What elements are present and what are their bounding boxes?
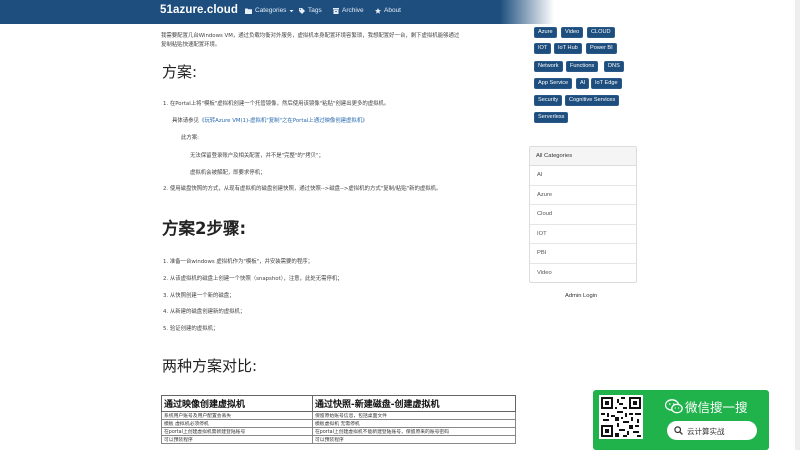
navbar-fade-overlay: [500, 0, 800, 24]
tag-ai[interactable]: AI: [576, 78, 590, 89]
table-cell: 可以预装程序: [161, 435, 313, 444]
nav-archive-label: Archive: [342, 7, 364, 14]
nav-tags-label: Tags: [308, 7, 322, 14]
categories-panel: All Categories AI Azure Cloud IOT PBI Vi…: [529, 146, 637, 283]
tag-iot-hub[interactable]: IoT Hub: [554, 43, 582, 54]
tag-iot-edge[interactable]: IoT Edge: [591, 78, 622, 89]
scrollbar-track[interactable]: [795, 0, 800, 450]
tag-iot[interactable]: IOT: [534, 43, 552, 54]
tag-network[interactable]: Network: [534, 61, 563, 72]
archive-icon: [333, 7, 339, 14]
step-3: 3. 从快照创建一个新的磁盘；: [163, 293, 235, 299]
table-row: 可以预装程序 可以预装程序: [161, 435, 516, 444]
tag-azure[interactable]: Azure: [534, 27, 557, 38]
category-video[interactable]: Video: [530, 264, 636, 284]
tag-icon: [299, 7, 305, 14]
step-2: 2. 从该虚拟机的磁盘上创建一个快照（snapshot），注意，此处无需停机；: [163, 276, 343, 282]
tag-dns[interactable]: DNS: [604, 61, 624, 72]
category-cloud[interactable]: Cloud: [530, 205, 636, 225]
tag-power-bi[interactable]: Power BI: [586, 43, 617, 54]
table-row: 在portal上创建虚拟机需新建登陆账号 在portal上创建虚拟机不能新建登陆…: [161, 427, 516, 436]
table-header-row: 通过映像创建虚拟机 通过快照-新建磁盘-创建虚拟机: [161, 395, 516, 412]
comparison-table: 通过映像创建虚拟机 通过快照-新建磁盘-创建虚拟机 系统用户账号及用户配置会丢失…: [161, 395, 516, 444]
scheme-note-2: 虚拟机会被解配，即要求停机；: [190, 170, 266, 176]
tag-security[interactable]: Security: [534, 95, 563, 106]
reference-link[interactable]: 《玩转Azure VM(1)-虚拟机"复制"之在Portal上通过映像创建虚拟机…: [199, 118, 368, 124]
wechat-search-box[interactable]: 云计算实战: [667, 421, 757, 440]
folder-icon: [245, 8, 252, 14]
nav-about-label: About: [384, 7, 401, 14]
tag-app-service[interactable]: App Service: [534, 78, 573, 89]
category-ai[interactable]: AI: [530, 166, 636, 186]
wechat-title: 微信搜一搜: [685, 400, 748, 415]
table-cell: 模板 虚拟机必须停机: [161, 419, 313, 428]
intro-line-2: 复制粘贴快速配置环境。: [161, 42, 221, 48]
table-cell: 可以预装程序: [312, 435, 516, 444]
qr-code: [599, 395, 643, 439]
wechat-search-text: 云计算实战: [687, 427, 725, 436]
tag-cloud-item[interactable]: CLOUD: [587, 27, 615, 38]
top-navbar: 51azure.cloud Categories Tags Archive Ab…: [0, 0, 800, 24]
tag-cognitive-services[interactable]: Cognitive Services: [565, 95, 620, 106]
table-cell: 系统用户账号及用户配置会丢失: [161, 411, 313, 420]
reference-prefix: 具体请参见: [172, 118, 199, 124]
star-icon: [375, 7, 381, 14]
wechat-logo-icon: [665, 399, 683, 414]
wechat-banner[interactable]: 微信搜一搜 云计算实战: [593, 390, 769, 450]
article-intro: 我需要配置几台Windows VM，通过负载均衡对外服务，虚拟机本身配置环境容繁…: [161, 32, 516, 50]
section-title-steps: 方案2步骤:: [162, 219, 247, 238]
table-row: 模板 虚拟机必须停机 模板虚拟机 无需停机: [161, 419, 516, 428]
scheme-item-1: 1. 在Portal上将"模板"虚拟机创建一个托管镜像，然后使用该镜像"粘贴"创…: [163, 101, 390, 107]
intro-line-1: 我需要配置几台Windows VM，通过负载均衡对外服务，虚拟机本身配置环境容繁…: [161, 33, 460, 39]
categories-title: All Categories: [530, 147, 636, 166]
table-cell: 在portal上创建虚拟机不能新建登陆账号，保留原来的账号密码: [312, 427, 516, 436]
category-iot[interactable]: IOT: [530, 225, 636, 244]
category-azure[interactable]: Azure: [530, 186, 636, 205]
table-cell: 保留原始账号信息，包括桌面文件: [312, 411, 516, 420]
qr-code-image: [601, 397, 641, 437]
nav-archive[interactable]: Archive: [333, 7, 364, 14]
table-cell: 模板虚拟机 无需停机: [312, 419, 516, 428]
table-row: 系统用户账号及用户配置会丢失 保留原始账号信息，包括桌面文件: [161, 411, 516, 420]
step-5: 5. 验证创建的虚拟机；: [163, 326, 219, 332]
table-header-image: 通过映像创建虚拟机: [161, 395, 313, 412]
caret-down-icon: [289, 9, 294, 12]
nav-tags[interactable]: Tags: [299, 7, 322, 14]
search-icon: [674, 426, 683, 435]
section-title-compare: 两种方案对比:: [162, 357, 258, 375]
category-pbi[interactable]: PBI: [530, 244, 636, 264]
step-1: 1. 准备一台windows 虚拟机作为"模板"，并安装需要的程序；: [163, 259, 313, 265]
tag-functions[interactable]: Functions: [566, 61, 599, 72]
scheme-item-2: 2. 使用磁盘快照的方式，从现有虚拟机的磁盘创建快照，通过快照-->磁盘-->虚…: [163, 186, 442, 192]
table-header-snapshot: 通过快照-新建磁盘-创建虚拟机: [312, 395, 516, 412]
tag-serverless[interactable]: Serverless: [534, 112, 569, 123]
table-cell: 在portal上创建虚拟机需新建登陆账号: [161, 427, 313, 436]
scheme-note-1: 无法保留登录账户及相关配置，并不是"完整"的"拷贝"；: [190, 153, 324, 159]
scheme-note-heading: 此方案:: [181, 135, 199, 141]
nav-categories-label: Categories: [255, 7, 287, 14]
site-brand[interactable]: 51azure.cloud: [160, 4, 238, 16]
scheme-reference: 具体请参见《玩转Azure VM(1)-虚拟机"复制"之在Portal上通过映像…: [172, 116, 368, 124]
tag-video[interactable]: Video: [561, 27, 584, 38]
step-4: 4. 从新建的磁盘创建新的虚拟机；: [163, 309, 246, 315]
nav-categories[interactable]: Categories: [245, 7, 294, 14]
admin-login-link[interactable]: Admin Login: [565, 293, 597, 299]
nav-about[interactable]: About: [375, 7, 401, 14]
section-title-scheme: 方案:: [162, 63, 198, 81]
